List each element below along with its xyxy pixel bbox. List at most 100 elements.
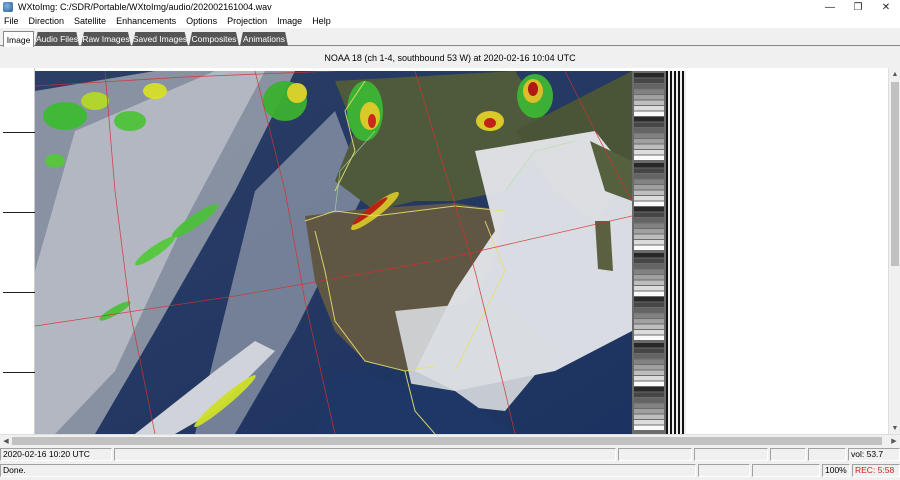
telemetry-wedge bbox=[634, 150, 664, 155]
satellite-image bbox=[35, 71, 632, 434]
sync-pattern bbox=[666, 71, 686, 434]
telemetry-wedge bbox=[634, 155, 664, 160]
horizontal-scrollbar[interactable]: ◀ ▶ bbox=[0, 434, 900, 446]
telemetry-wedge bbox=[634, 245, 664, 250]
telemetry-wedge bbox=[634, 190, 664, 195]
telemetry-wedge bbox=[634, 387, 664, 392]
telemetry-wedge bbox=[634, 84, 664, 89]
telemetry-wedge bbox=[634, 381, 664, 386]
telemetry-wedge bbox=[634, 174, 664, 179]
tab-strip: Image Audio Files Raw Images Saved Image… bbox=[0, 30, 900, 47]
tab-composites[interactable]: Composites bbox=[189, 32, 239, 46]
telemetry-wedge bbox=[634, 335, 664, 340]
telemetry-wedge bbox=[634, 201, 664, 206]
telemetry-wedge bbox=[634, 95, 664, 100]
status-panel bbox=[770, 448, 806, 461]
menu-enhancements[interactable]: Enhancements bbox=[116, 16, 176, 26]
minimize-button[interactable]: — bbox=[816, 0, 844, 14]
telemetry-wedge bbox=[634, 139, 664, 144]
menu-bar: File Direction Satellite Enhancements Op… bbox=[0, 14, 900, 28]
telemetry-wedge bbox=[634, 111, 664, 116]
telemetry-wedge bbox=[634, 280, 664, 285]
telemetry-wedge bbox=[634, 185, 664, 190]
maximize-button[interactable]: ❐ bbox=[844, 0, 872, 14]
telemetry-wedge bbox=[634, 302, 664, 307]
status-panel bbox=[808, 448, 846, 461]
telemetry-wedge bbox=[634, 179, 664, 184]
telemetry-wedge bbox=[634, 324, 664, 329]
telemetry-wedge bbox=[634, 348, 664, 353]
menu-file[interactable]: File bbox=[4, 16, 19, 26]
telemetry-wedge bbox=[634, 354, 664, 359]
telemetry-wedge bbox=[634, 207, 664, 212]
telemetry-wedge bbox=[634, 117, 664, 122]
tab-raw-images[interactable]: Raw Images bbox=[81, 32, 131, 46]
scroll-down-icon[interactable]: ▼ bbox=[889, 422, 900, 434]
menu-satellite[interactable]: Satellite bbox=[74, 16, 106, 26]
telemetry-wedge bbox=[634, 425, 664, 430]
status-panel bbox=[618, 448, 692, 461]
telemetry-wedge bbox=[634, 414, 664, 419]
tab-audio-files[interactable]: Audio Files bbox=[35, 32, 79, 46]
margin-tick bbox=[3, 292, 35, 293]
menu-projection[interactable]: Projection bbox=[227, 16, 267, 26]
tab-saved-images[interactable]: Saved Images bbox=[132, 32, 188, 46]
telemetry-wedge bbox=[634, 297, 664, 302]
telemetry-wedge bbox=[634, 133, 664, 138]
title-bar: WXtoImg: C:/SDR/Portable/WXtoImg/audio/2… bbox=[0, 0, 900, 14]
menu-options[interactable]: Options bbox=[186, 16, 217, 26]
telemetry-wedge bbox=[634, 223, 664, 228]
telemetry-wedge bbox=[634, 392, 664, 397]
status-message: Done. bbox=[0, 464, 696, 477]
image-viewport[interactable] bbox=[0, 68, 888, 434]
vertical-scrollbar[interactable]: ▲ ▼ bbox=[888, 68, 900, 434]
telemetry-wedge bbox=[634, 319, 664, 324]
telemetry-wedge bbox=[634, 291, 664, 296]
telemetry-wedge bbox=[634, 370, 664, 375]
telemetry-wedge bbox=[634, 258, 664, 263]
telemetry-wedge bbox=[634, 269, 664, 274]
scroll-left-icon[interactable]: ◀ bbox=[0, 435, 12, 447]
status-time: 2020-02-16 10:20 UTC bbox=[0, 448, 112, 461]
status-panel bbox=[694, 448, 768, 461]
telemetry-wedge bbox=[634, 144, 664, 149]
telemetry-wedge bbox=[634, 89, 664, 94]
telemetry-wedge bbox=[634, 313, 664, 318]
status-zoom: 100% bbox=[822, 464, 850, 477]
tab-image[interactable]: Image bbox=[3, 31, 34, 47]
tab-animations[interactable]: Animations bbox=[240, 32, 288, 46]
status-panel bbox=[752, 464, 820, 477]
status-rec: REC: 5:58 bbox=[852, 464, 900, 477]
telemetry-wedge bbox=[634, 403, 664, 408]
margin-tick bbox=[3, 372, 35, 373]
scroll-right-icon[interactable]: ▶ bbox=[888, 435, 900, 447]
telemetry-wedge bbox=[634, 122, 664, 127]
telemetry-wedge bbox=[634, 275, 664, 280]
telemetry-wedge bbox=[634, 163, 664, 168]
status-panel bbox=[114, 448, 616, 461]
telemetry-wedge bbox=[634, 359, 664, 364]
status-volume: vol: 53.7 bbox=[848, 448, 900, 461]
telemetry-wedge bbox=[634, 229, 664, 234]
margin-tick bbox=[3, 212, 35, 213]
telemetry-wedge bbox=[634, 365, 664, 370]
telemetry-wedge bbox=[634, 264, 664, 269]
telemetry-wedge bbox=[634, 106, 664, 111]
horizontal-scroll-thumb[interactable] bbox=[12, 437, 882, 445]
app-icon bbox=[3, 2, 13, 12]
menu-direction[interactable]: Direction bbox=[29, 16, 65, 26]
telemetry-wedge bbox=[634, 343, 664, 348]
left-margin bbox=[0, 68, 35, 434]
margin-tick bbox=[3, 132, 35, 133]
telemetry-wedge bbox=[634, 78, 664, 83]
vertical-scroll-thumb[interactable] bbox=[891, 82, 899, 266]
telemetry-wedge bbox=[634, 100, 664, 105]
telemetry-wedge bbox=[634, 330, 664, 335]
scroll-up-icon[interactable]: ▲ bbox=[889, 68, 900, 80]
menu-help[interactable]: Help bbox=[312, 16, 331, 26]
close-button[interactable]: ✕ bbox=[872, 0, 900, 14]
telemetry-wedge bbox=[634, 409, 664, 414]
menu-image[interactable]: Image bbox=[277, 16, 302, 26]
telemetry-wedge bbox=[634, 212, 664, 217]
telemetry-wedge bbox=[634, 218, 664, 223]
